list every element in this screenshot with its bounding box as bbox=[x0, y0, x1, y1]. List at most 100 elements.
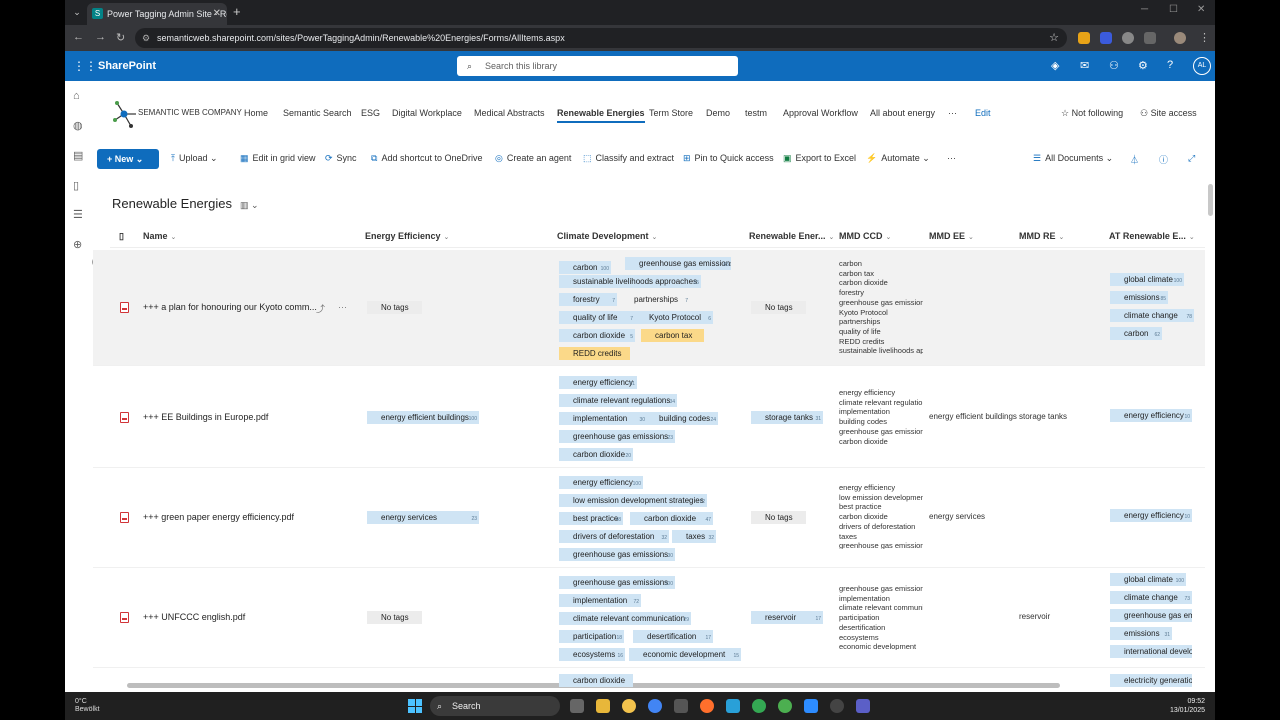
chrome-icon[interactable] bbox=[752, 699, 766, 713]
column-header-renewable-energies[interactable]: Renewable Ener... ⌄ bbox=[749, 231, 834, 241]
term-tag[interactable]: sustainable livelihoods approaches 15 bbox=[559, 275, 701, 288]
nav-home[interactable]: Home bbox=[244, 108, 268, 118]
term-tag[interactable]: implementation 72 bbox=[559, 594, 641, 607]
user-avatar[interactable]: AL bbox=[1193, 57, 1211, 75]
close-tab-icon[interactable]: ✕ bbox=[213, 3, 221, 25]
term-tag[interactable]: greenhouse gas emissions 23 bbox=[559, 430, 675, 443]
share-icon[interactable]: ⤴ bbox=[316, 302, 325, 315]
site-access-button[interactable]: ⚇ Site access bbox=[1140, 108, 1197, 119]
library-views-icon[interactable]: ▥ ⌄ bbox=[240, 200, 259, 210]
system-clock[interactable]: 09:52 13/01/2025 bbox=[1170, 697, 1205, 715]
select-all-file-icon[interactable]: ▯ bbox=[119, 231, 124, 242]
notes-icon[interactable] bbox=[726, 699, 740, 713]
term-tag[interactable]: REDD credits bbox=[559, 347, 630, 360]
app-icon[interactable] bbox=[622, 699, 636, 713]
nav-renewable-energies[interactable]: Renewable Energies bbox=[557, 108, 645, 123]
app-name[interactable]: SharePoint bbox=[98, 60, 156, 72]
table-row[interactable] bbox=[93, 668, 1205, 692]
term-tag[interactable]: carbon dioxide bbox=[559, 674, 633, 687]
browser-menu-icon[interactable]: ⋮ bbox=[1199, 31, 1210, 44]
add-shortcut-button[interactable]: ⧉ Add shortcut to OneDrive bbox=[371, 153, 483, 164]
term-tag[interactable]: emissions 85 bbox=[1110, 291, 1168, 304]
extension-icon[interactable] bbox=[1122, 32, 1134, 44]
term-tag[interactable]: climate relevant regulations 34 bbox=[559, 394, 677, 407]
term-tag[interactable]: implementation 30 bbox=[559, 412, 647, 425]
browser-tab[interactable]: S Power Tagging Admin Site - Re ✕ bbox=[87, 3, 227, 25]
renewable-energy-tag[interactable]: reservoir 17 bbox=[751, 611, 823, 624]
app-icon[interactable] bbox=[778, 699, 792, 713]
file-name-link[interactable]: +++ UNFCCC english.pdf bbox=[143, 612, 245, 622]
nav-medical-abstracts[interactable]: Medical Abstracts bbox=[474, 108, 545, 118]
help-icon[interactable]: ? bbox=[1167, 59, 1173, 71]
forward-icon[interactable]: → bbox=[95, 31, 106, 43]
create-agent-button[interactable]: ◎ Create an agent bbox=[495, 153, 571, 164]
site-logo[interactable]: SEMANTIC WEB COMPANY bbox=[111, 98, 242, 128]
file-name-link[interactable]: +++ green paper energy efficiency.pdf bbox=[143, 512, 294, 522]
nav-approval-workflow[interactable]: Approval Workflow bbox=[783, 108, 858, 118]
upload-button[interactable]: ⤒ Upload ⌄ bbox=[171, 153, 218, 164]
term-tag[interactable]: carbon dioxide 20 bbox=[559, 448, 633, 461]
term-tag[interactable]: low emission development strategies 72 bbox=[559, 494, 707, 507]
nav-demo[interactable]: Demo bbox=[706, 108, 730, 118]
site-info-icon[interactable]: ⚙ bbox=[142, 28, 150, 48]
copilot-icon[interactable]: ◈ bbox=[1051, 59, 1059, 72]
term-tag[interactable]: best practice 48 bbox=[559, 512, 623, 525]
firefox-icon[interactable] bbox=[700, 699, 714, 713]
task-view-icon[interactable] bbox=[570, 699, 584, 713]
globe-icon[interactable]: ◍ bbox=[73, 119, 83, 132]
lists-icon[interactable]: ☰ bbox=[73, 208, 83, 221]
settings-gear-icon[interactable]: ⚙ bbox=[1138, 59, 1148, 72]
term-tag[interactable]: electricity generation bbox=[1110, 674, 1192, 687]
maximize-icon[interactable]: ☐ bbox=[1169, 4, 1178, 15]
info-icon[interactable]: ⓘ bbox=[1159, 153, 1172, 166]
term-tag[interactable]: climate relevant communication 29 bbox=[559, 612, 691, 625]
pin-quick-access-button[interactable]: ⊞ Pin to Quick access bbox=[683, 153, 774, 164]
bookmark-star-icon[interactable]: ☆ bbox=[1049, 28, 1059, 48]
term-tag[interactable]: global climate 100 bbox=[1110, 573, 1186, 586]
app-icon[interactable] bbox=[674, 699, 688, 713]
term-tag[interactable]: energy efficiency 100 bbox=[559, 476, 643, 489]
nav-more-button[interactable]: ··· bbox=[948, 108, 957, 118]
energy-efficiency-tag[interactable]: energy services 23 bbox=[367, 511, 479, 524]
profile-avatar-icon[interactable] bbox=[1174, 32, 1186, 44]
more-commands-button[interactable]: ··· bbox=[947, 153, 956, 163]
share-network-icon[interactable]: ⚇ bbox=[1109, 59, 1119, 72]
column-header-mmd-ccd[interactable]: MMD CCD ⌄ bbox=[839, 231, 891, 241]
term-tag[interactable]: energy efficiency 61 bbox=[559, 376, 637, 389]
news-icon[interactable]: ▤ bbox=[73, 149, 83, 162]
column-header-mmd-re[interactable]: MMD RE ⌄ bbox=[1019, 231, 1064, 241]
term-tag[interactable]: carbon 100 bbox=[559, 261, 611, 274]
term-tag[interactable]: partnerships 7 bbox=[620, 293, 690, 306]
term-tag[interactable]: climate change 78 bbox=[1110, 309, 1194, 322]
nav-digital-workplace[interactable]: Digital Workplace bbox=[392, 108, 462, 118]
search-input[interactable]: ⌕ Search this library bbox=[457, 56, 738, 76]
column-header-name[interactable]: Name ⌄ bbox=[143, 231, 176, 241]
nav-all-about-energy[interactable]: All about energy bbox=[870, 108, 935, 118]
term-tag[interactable]: carbon dioxide 5 bbox=[559, 329, 635, 342]
home-icon[interactable]: ⌂ bbox=[73, 90, 80, 102]
extensions-puzzle-icon[interactable] bbox=[1144, 32, 1156, 44]
term-tag[interactable]: emissions 31 bbox=[1110, 627, 1172, 640]
row-more-icon[interactable]: ··· bbox=[338, 302, 347, 312]
term-tag[interactable]: global climate 100 bbox=[1110, 273, 1184, 286]
feedback-icon[interactable]: ✉ bbox=[1080, 59, 1089, 72]
view-selector[interactable]: ☰ All Documents ⌄ bbox=[1033, 153, 1113, 164]
new-tab-button[interactable]: + bbox=[233, 4, 241, 19]
vertical-scrollbar[interactable] bbox=[1208, 184, 1213, 216]
term-tag[interactable]: carbon tax bbox=[641, 329, 704, 342]
nav-esg[interactable]: ESG bbox=[361, 108, 380, 118]
taskbar-search[interactable]: ⌕ Search bbox=[430, 696, 560, 716]
term-tag[interactable]: greenhouse gas emissions 30 bbox=[559, 548, 675, 561]
term-tag[interactable]: desertification 17 bbox=[633, 630, 713, 643]
extension-icon[interactable] bbox=[1078, 32, 1090, 44]
create-icon[interactable]: ⊕ bbox=[73, 238, 82, 251]
energy-efficiency-tag[interactable]: energy efficient buildings 100 bbox=[367, 411, 479, 424]
term-tag[interactable]: carbon 62 bbox=[1110, 327, 1162, 340]
sync-button[interactable]: ⟳ Sync bbox=[325, 153, 357, 164]
term-tag[interactable]: taxes 32 bbox=[672, 530, 716, 543]
file-explorer-icon[interactable] bbox=[596, 699, 610, 713]
tab-search-icon[interactable]: ⌄ bbox=[69, 5, 85, 19]
term-tag[interactable]: climate change 73 bbox=[1110, 591, 1192, 604]
app-launcher-icon[interactable]: ⋮⋮ bbox=[73, 60, 97, 72]
file-name-link[interactable]: +++ EE Buildings in Europe.pdf bbox=[143, 412, 268, 422]
